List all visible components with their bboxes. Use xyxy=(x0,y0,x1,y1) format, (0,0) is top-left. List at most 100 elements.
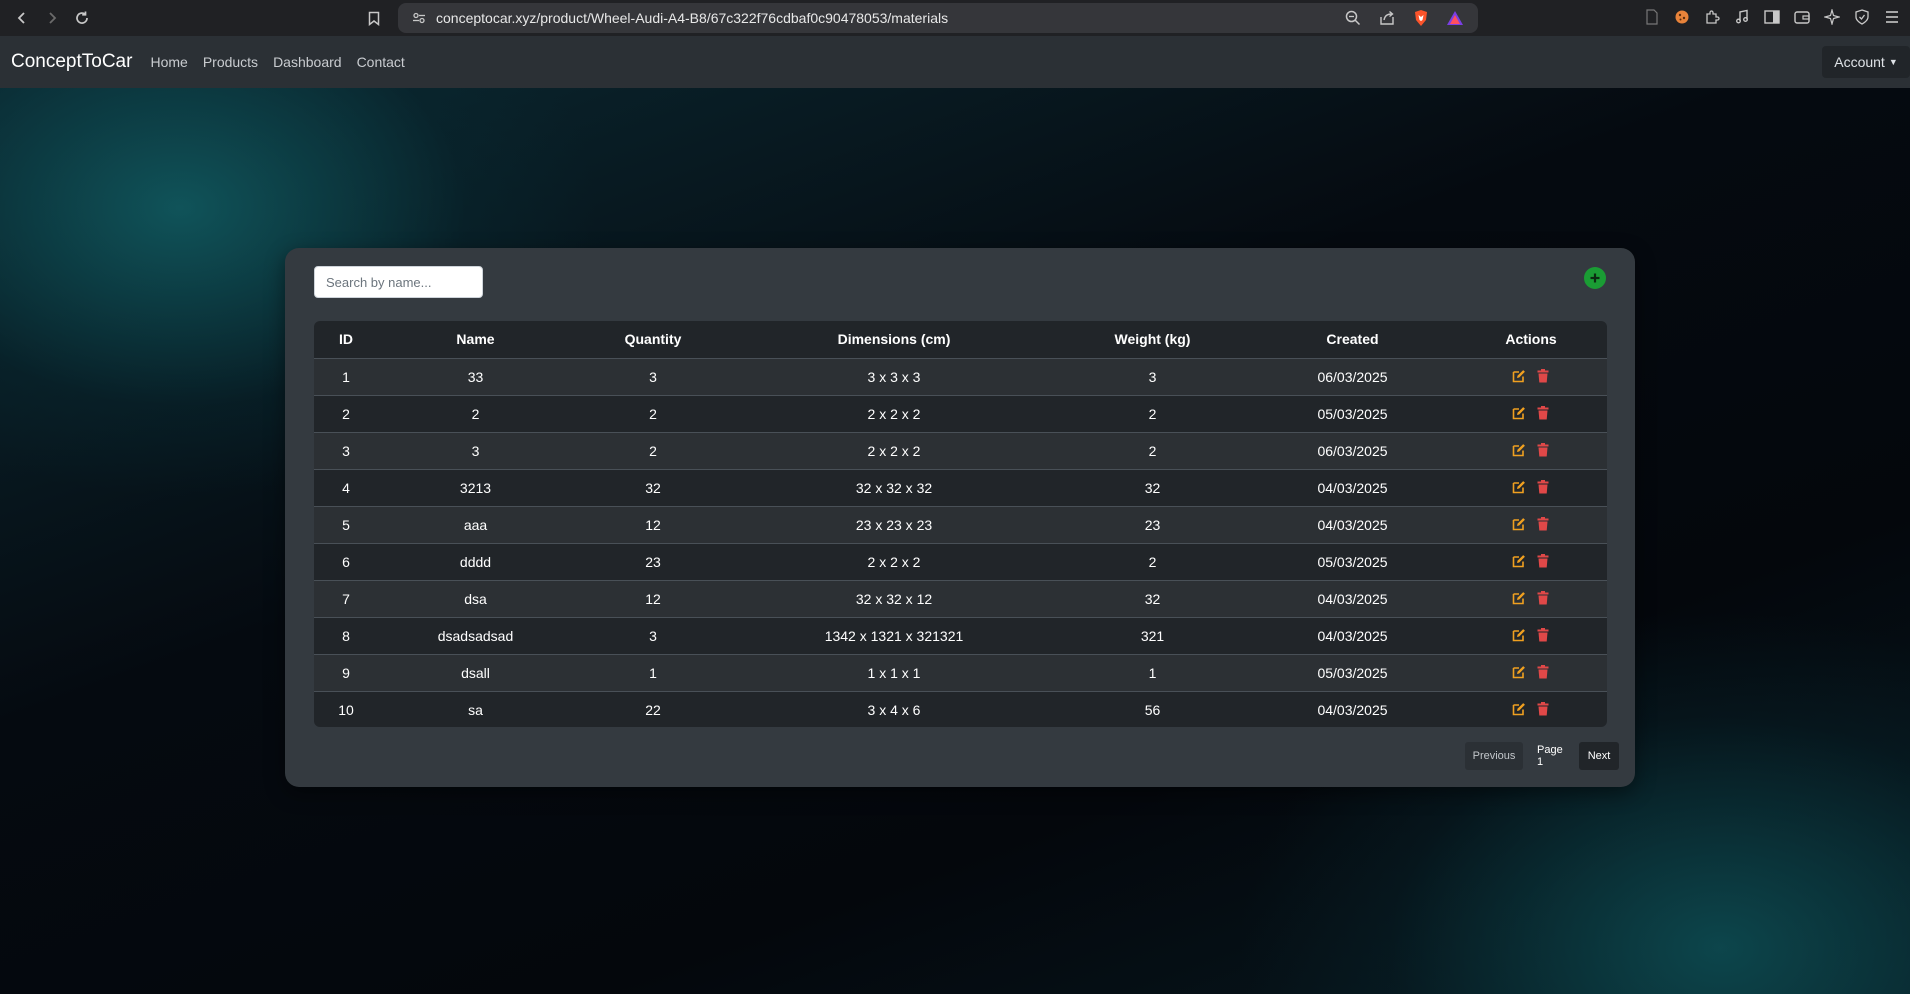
cell-actions xyxy=(1455,654,1607,692)
edit-icon[interactable] xyxy=(1511,516,1527,532)
nav-link-dashboard[interactable]: Dashboard xyxy=(273,54,342,70)
extensions-puzzle-icon[interactable] xyxy=(1702,7,1722,27)
back-arrow-icon xyxy=(17,12,25,24)
cell-weight: 321 xyxy=(1055,617,1250,655)
edit-icon[interactable] xyxy=(1511,553,1527,569)
column-header-name[interactable]: Name xyxy=(378,321,573,359)
cell-id: 5 xyxy=(314,506,378,544)
reload-button[interactable] xyxy=(67,3,97,33)
vpn-shield-icon[interactable] xyxy=(1852,7,1872,27)
browser-menu-icon[interactable] xyxy=(1882,7,1902,27)
forward-arrow-icon xyxy=(49,12,57,24)
cell-actions xyxy=(1455,617,1607,655)
edit-icon[interactable] xyxy=(1511,627,1527,643)
trash-icon[interactable] xyxy=(1535,479,1551,495)
materials-table-body: 1 33 3 3 x 3 x 3 3 06/03/2025 2 2 2 2 x 2 x 2 2 05/… xyxy=(314,358,1607,727)
nav-link-home[interactable]: Home xyxy=(150,54,187,70)
cell-quantity: 2 xyxy=(573,432,733,470)
cell-name: aaa xyxy=(378,506,573,544)
table-row: 8 dsadsadsad 3 1342 x 1321 x 321321 321 04/03… xyxy=(314,617,1607,655)
zoom-icon[interactable] xyxy=(1342,8,1364,28)
cell-created: 04/03/2025 xyxy=(1250,617,1455,655)
table-row: 10 sa 22 3 x 4 x 6 56 04/03/2025 xyxy=(314,691,1607,727)
cell-id: 10 xyxy=(314,691,378,727)
share-icon[interactable] xyxy=(1376,8,1398,28)
column-header-id[interactable]: ID xyxy=(314,321,378,359)
cell-name: sa xyxy=(378,691,573,727)
cell-name: 3 xyxy=(378,432,573,470)
cell-id: 6 xyxy=(314,543,378,581)
caret-down-icon: ▼ xyxy=(1888,57,1898,67)
url-text[interactable]: conceptocar.xyz/product/Wheel-Audi-A4-B8… xyxy=(436,10,948,26)
edit-icon[interactable] xyxy=(1511,664,1527,680)
table-row: 6 dddd 23 2 x 2 x 2 2 05/03/2025 xyxy=(314,543,1607,581)
cell-quantity: 3 xyxy=(573,617,733,655)
cell-quantity: 12 xyxy=(573,580,733,618)
column-header-weight[interactable]: Weight (kg) xyxy=(1055,321,1250,359)
search-input[interactable] xyxy=(314,266,483,298)
cell-name: dsadsadsad xyxy=(378,617,573,655)
cell-created: 05/03/2025 xyxy=(1250,543,1455,581)
brave-shields-icon[interactable] xyxy=(1410,8,1432,28)
wallet-icon[interactable] xyxy=(1792,7,1812,27)
cell-dimensions: 2 x 2 x 2 xyxy=(733,432,1055,470)
page-indicator: Page 1 xyxy=(1537,744,1563,768)
trash-icon[interactable] xyxy=(1535,701,1551,717)
pagination: Previous Page 1 Next xyxy=(1465,742,1619,770)
materials-table-wrapper: ID Name Quantity Dimensions (cm) Weight … xyxy=(314,321,1607,727)
cell-weight: 23 xyxy=(1055,506,1250,544)
column-header-dimensions[interactable]: Dimensions (cm) xyxy=(733,321,1055,359)
trash-icon[interactable] xyxy=(1535,405,1551,421)
account-dropdown-button[interactable]: Account ▼ xyxy=(1822,46,1910,78)
add-material-button[interactable] xyxy=(1584,267,1606,289)
table-header-row: ID Name Quantity Dimensions (cm) Weight … xyxy=(314,321,1607,359)
cell-weight: 56 xyxy=(1055,691,1250,727)
back-button[interactable] xyxy=(7,3,37,33)
trash-icon[interactable] xyxy=(1535,590,1551,606)
plus-icon xyxy=(1590,273,1600,283)
cell-created: 06/03/2025 xyxy=(1250,432,1455,470)
column-header-quantity[interactable]: Quantity xyxy=(573,321,733,359)
edit-icon[interactable] xyxy=(1511,701,1527,717)
trash-icon[interactable] xyxy=(1535,516,1551,532)
nav-link-contact[interactable]: Contact xyxy=(357,54,405,70)
edit-icon[interactable] xyxy=(1511,405,1527,421)
pdf-extension-icon[interactable] xyxy=(1642,7,1662,27)
cell-created: 04/03/2025 xyxy=(1250,469,1455,507)
sidebar-toggle-icon[interactable] xyxy=(1762,7,1782,27)
cell-name: dsa xyxy=(378,580,573,618)
trash-icon[interactable] xyxy=(1535,553,1551,569)
brand-logo-text[interactable]: ConceptToCar xyxy=(11,51,132,73)
edit-icon[interactable] xyxy=(1511,442,1527,458)
cell-quantity: 23 xyxy=(573,543,733,581)
cell-weight: 2 xyxy=(1055,543,1250,581)
leo-ai-icon[interactable] xyxy=(1822,7,1842,27)
edit-icon[interactable] xyxy=(1511,368,1527,384)
trash-icon[interactable] xyxy=(1535,664,1551,680)
reload-icon xyxy=(76,11,88,24)
cell-id: 3 xyxy=(314,432,378,470)
previous-page-button[interactable]: Previous xyxy=(1465,742,1523,770)
address-bar[interactable]: conceptocar.xyz/product/Wheel-Audi-A4-B8… xyxy=(398,3,1478,33)
column-header-created[interactable]: Created xyxy=(1250,321,1455,359)
forward-button[interactable] xyxy=(37,3,67,33)
edit-icon[interactable] xyxy=(1511,590,1527,606)
next-page-button[interactable]: Next xyxy=(1579,742,1619,770)
trash-icon[interactable] xyxy=(1535,368,1551,384)
cell-dimensions: 1 x 1 x 1 xyxy=(733,654,1055,692)
bookmark-button[interactable] xyxy=(362,6,386,30)
table-row: 2222 x 2 x 2 2 05/03/2025 xyxy=(314,395,1607,433)
trash-icon[interactable] xyxy=(1535,627,1551,643)
cell-id: 1 xyxy=(314,358,378,396)
trash-icon[interactable] xyxy=(1535,442,1551,458)
edit-icon[interactable] xyxy=(1511,479,1527,495)
nav-link-products[interactable]: Products xyxy=(203,54,258,70)
cell-created: 04/03/2025 xyxy=(1250,506,1455,544)
brave-rewards-icon[interactable] xyxy=(1444,8,1466,28)
site-settings-icon[interactable] xyxy=(404,12,434,24)
media-music-icon[interactable] xyxy=(1732,7,1752,27)
account-label: Account xyxy=(1834,54,1885,70)
table-row: 1 33 3 3 x 3 x 3 3 06/03/2025 xyxy=(314,358,1607,396)
cookie-extension-icon[interactable] xyxy=(1672,7,1692,27)
cell-dimensions: 2 x 2 x 2 xyxy=(733,543,1055,581)
